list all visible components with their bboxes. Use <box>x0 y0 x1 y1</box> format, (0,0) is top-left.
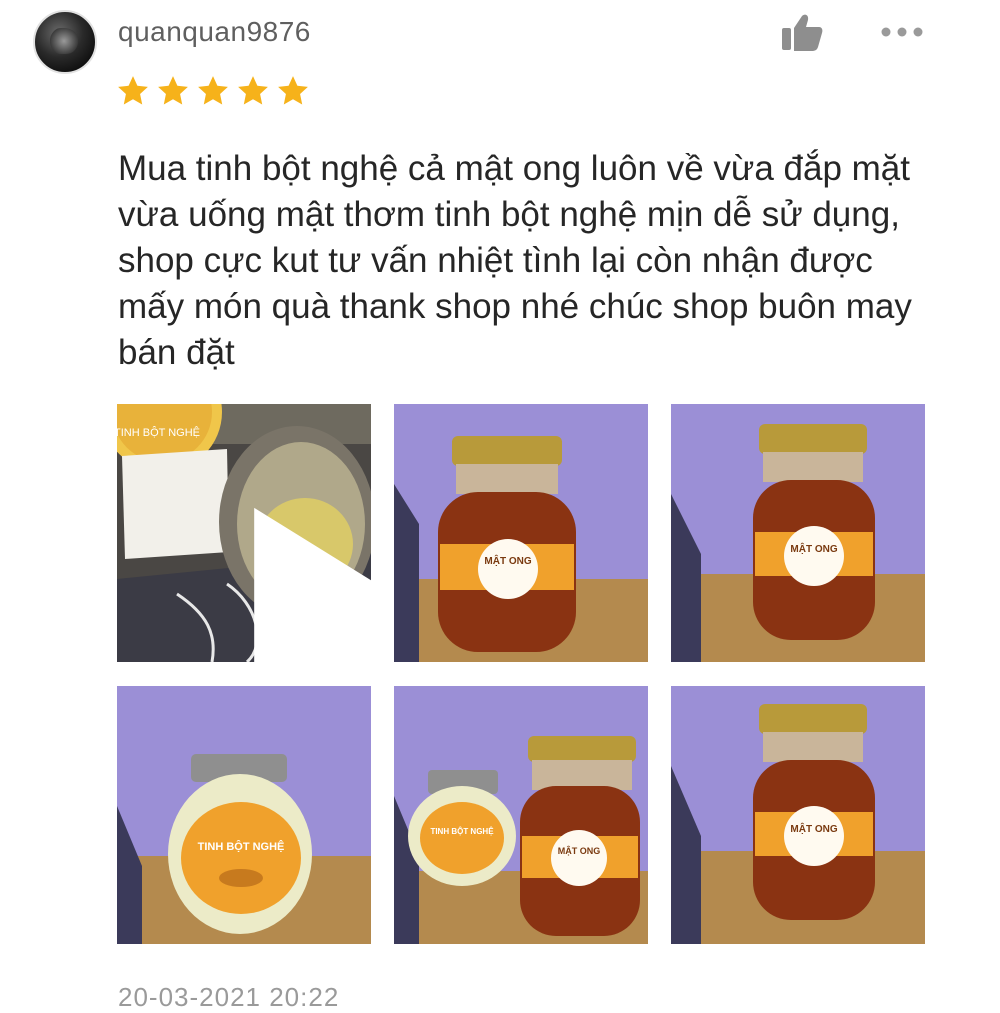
review-photo[interactable]: MẬT ONG <box>394 404 648 662</box>
review-photo[interactable]: MẬT ONG <box>671 686 925 944</box>
jar-label: MẬT ONG <box>790 542 837 555</box>
more-options-button[interactable] <box>878 20 926 44</box>
more-options-icon <box>881 27 923 37</box>
jar-label: MẬT ONG <box>484 554 531 567</box>
star-icon <box>158 76 188 105</box>
rating-stars <box>116 74 310 108</box>
video-label: TINH BỘT NGHỆ <box>117 426 200 439</box>
jar-label: TINH BỘT NGHỆ <box>198 840 285 853</box>
play-icon[interactable] <box>221 500 371 662</box>
like-button[interactable] <box>780 12 824 52</box>
review-text: Mua tinh bột nghệ cả mật ong luôn về vừa… <box>118 149 912 372</box>
review-photo[interactable]: TINH BỘT NGHỆ <box>117 686 371 944</box>
star-icon <box>238 76 268 105</box>
star-icon <box>278 76 308 105</box>
username[interactable]: quanquan9876 <box>118 16 311 48</box>
review-video-thumbnail[interactable]: TINH BỘT NGHỆ <box>117 404 371 662</box>
star-icon <box>198 76 228 105</box>
media-gallery: TINH BỘT NGHỆ MẬT ONG MẬT ONG TINH BỘT N… <box>117 404 925 944</box>
jar-label: TINH BỘT NGHỆ <box>430 827 494 836</box>
star-icon <box>118 76 148 105</box>
review-date: 20-03-2021 20:22 <box>118 982 340 1012</box>
jar-label: MẬT ONG <box>558 845 601 856</box>
jar-label: MẬT ONG <box>790 822 837 835</box>
thumbs-up-icon <box>782 14 823 51</box>
user-avatar[interactable] <box>33 10 97 74</box>
review-photo[interactable]: MẬT ONG <box>671 404 925 662</box>
review-photo[interactable]: TINH BỘT NGHỆ MẬT ONG <box>394 686 648 944</box>
